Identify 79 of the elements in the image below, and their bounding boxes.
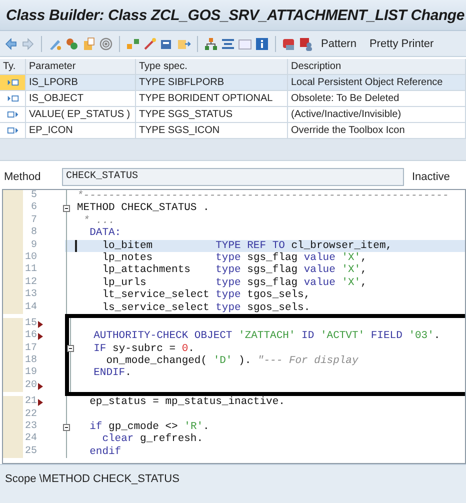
parameter-row[interactable]: IS_LPORB TYPE SIBFLPORB Local Persistent Object Reference — [0, 75, 466, 91]
line-number: 8 — [30, 227, 37, 240]
line-number: 10 — [24, 252, 37, 264]
code-line: on_mode_changed( 'D' ). "--- For display — [105, 355, 358, 368]
method-label: Method — [4, 171, 42, 183]
align-icon[interactable] — [221, 36, 235, 50]
line-number: 13 — [24, 289, 37, 302]
copy-icon[interactable] — [82, 36, 96, 50]
code-line: METHOD CHECK_STATUS . — [77, 202, 210, 215]
code-line: * ... — [82, 214, 115, 228]
code-line: clear g_refresh. — [101, 433, 204, 446]
collapse-icon[interactable] — [63, 205, 70, 212]
line-number: 12 — [24, 276, 37, 289]
column-header[interactable]: Type spec. — [136, 59, 288, 74]
code-line: if gp_cmode <> 'R'. — [88, 421, 210, 434]
table-cell: Local Persistent Object Reference — [288, 75, 466, 90]
method-field[interactable]: CHECK_STATUS — [62, 168, 404, 186]
line-number: 21 — [24, 396, 37, 409]
code-line: DATA: — [88, 227, 122, 240]
cursor-bar — [75, 240, 77, 252]
target-icon[interactable] — [99, 36, 113, 50]
line-number: 16 — [24, 330, 37, 343]
line-number: 9 — [30, 240, 37, 252]
code-line: *---------------------------------------------------------- — [77, 190, 449, 202]
code-line: lp_attachments type sgs_flag value 'X', — [101, 264, 367, 277]
table-cell: (Active/Inactive/Invisible) — [288, 107, 466, 122]
info-icon[interactable] — [255, 36, 269, 50]
toolbar-button[interactable]: Pattern — [316, 38, 362, 50]
code-line: lt_service_select type tgos_sels, — [101, 289, 310, 302]
code-line: IF sy-subrc = 0. — [92, 342, 194, 355]
table-cell: EP_ICON — [26, 123, 136, 138]
table-cell: TYPE SIBFLPORB — [136, 75, 288, 90]
parameter-row[interactable]: VALUE( EP_STATUS ) TYPE SGS_STATUS (Active/Inactive/Invisible) — [0, 107, 466, 123]
code-line: lo_bitem TYPE REF TO cl_browser_item, — [101, 240, 392, 252]
code-line: ep_status = mp_status_inactive. — [88, 396, 285, 409]
line-number: 6 — [30, 202, 37, 215]
line-number: 18 — [24, 355, 37, 367]
code-line: endif — [88, 446, 122, 458]
table-cell: TYPE SGS_ICON — [136, 123, 288, 138]
table-cell: TYPE SGS_STATUS — [136, 107, 288, 122]
table-cell: VALUE( EP_STATUS ) — [26, 107, 136, 122]
parameter-row[interactable]: EP_ICON TYPE SGS_ICON Override the Toolbox Icon — [0, 123, 466, 139]
table-cell: IS_LPORB — [26, 75, 136, 90]
line-number: 22 — [24, 408, 37, 421]
line-number: 25 — [24, 446, 37, 458]
line-number: 5 — [30, 190, 37, 202]
collapse-icon[interactable] — [63, 424, 70, 431]
table-cell: IS_OBJECT — [26, 91, 136, 106]
tree-icon[interactable] — [204, 36, 218, 50]
toolbar-button[interactable]: Pretty Printer — [364, 38, 439, 50]
collapse-icon[interactable] — [67, 345, 74, 352]
code-line: ENDIF. — [92, 367, 132, 380]
code-line: lp_urls type sgs_flag value 'X', — [101, 276, 367, 289]
window-title: Class Builder: Class ZCL_GOS_SRV_ATTACHMENT_LIST Change — [6, 6, 465, 24]
wand-icon[interactable] — [143, 36, 157, 50]
line-number: 24 — [24, 433, 37, 446]
line-number: 14 — [24, 302, 37, 314]
table-cell: TYPE BORIDENT OPTIONAL — [136, 91, 288, 106]
line-number: 19 — [24, 367, 37, 380]
code-editor[interactable] — [2, 189, 466, 464]
code-line: lp_notes type sgs_flag value 'X', — [101, 252, 367, 264]
code-line: AUTHORITY-CHECK OBJECT 'ZATTACH' ID 'ACTVT' FIELD '03'. — [92, 330, 440, 343]
column-header[interactable]: Parameter — [26, 59, 136, 74]
parameter-row[interactable]: IS_OBJECT TYPE BORIDENT OPTIONAL Obsolete: To Be Deleted — [0, 91, 466, 107]
line-number: 20 — [24, 380, 37, 392]
code-line: ls_service_select type sgos_sels. — [101, 302, 310, 314]
status-text: Scope \METHOD CHECK_STATUS — [5, 473, 180, 485]
line-number: 15 — [24, 318, 37, 330]
line-number: 23 — [24, 421, 37, 433]
table-cell: Override the Toolbox Icon — [288, 123, 466, 138]
table-cell: Obsolete: To Be Deleted — [288, 91, 466, 106]
user-icon[interactable] — [299, 36, 313, 50]
method-status: Inactive — [411, 171, 451, 183]
column-header[interactable]: Ty. — [0, 59, 26, 74]
column-header[interactable]: Description — [288, 59, 466, 74]
back-icon[interactable] — [4, 36, 18, 50]
line-number: 11 — [24, 264, 37, 277]
line-number: 7 — [30, 214, 37, 227]
line-number: 17 — [24, 342, 37, 355]
